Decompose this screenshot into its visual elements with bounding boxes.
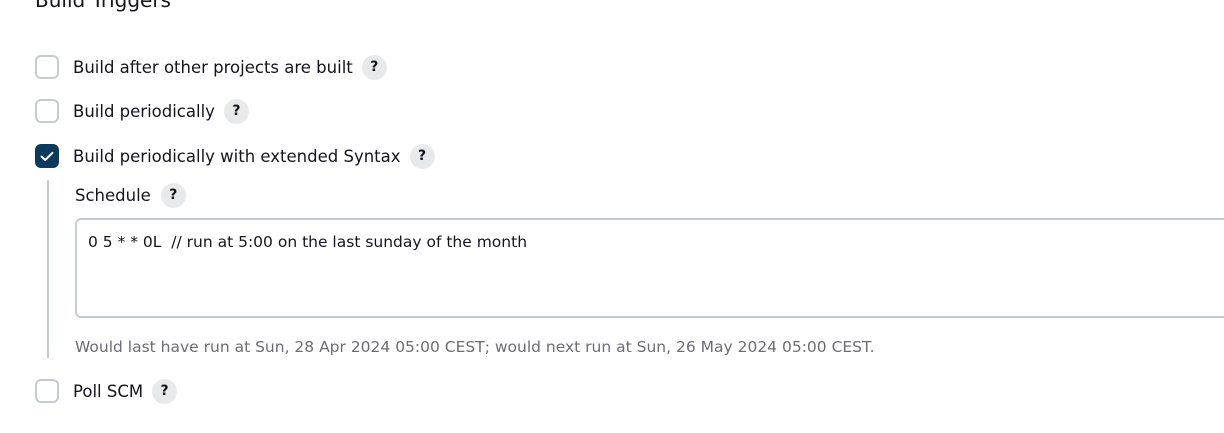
schedule-run-hint: Would last have run at Sun, 28 Apr 2024 … [75,338,875,356]
schedule-textarea[interactable]: 0 5 * * 0L // run at 5:00 on the last su… [75,218,1224,318]
build-triggers-section: Build Triggers Build after other project… [0,0,1224,433]
help-icon[interactable]: ? [361,54,387,80]
option-label[interactable]: Build periodically with extended Syntax [73,147,401,166]
schedule-label: Schedule [75,185,151,205]
nested-config-line [47,180,49,358]
option-poll-scm: Poll SCM ? [35,377,178,405]
option-build-periodically: Build periodically ? [35,97,249,125]
help-icon[interactable]: ? [409,143,435,169]
option-label[interactable]: Build after other projects are built [73,58,353,77]
checkbox-build-after-other-projects[interactable] [35,55,59,79]
checkmark-icon [40,151,54,161]
help-icon[interactable]: ? [152,378,178,404]
option-label[interactable]: Poll SCM [73,382,143,401]
checkbox-build-periodically[interactable] [35,99,59,123]
help-icon[interactable]: ? [223,98,249,124]
checkbox-build-periodically-extended-syntax[interactable] [35,144,59,168]
checkbox-poll-scm[interactable] [35,379,59,403]
option-build-periodically-extended-syntax: Build periodically with extended Syntax … [35,142,435,170]
schedule-textarea-value: 0 5 * * 0L // run at 5:00 on the last su… [88,233,528,251]
option-build-after-other-projects: Build after other projects are built ? [35,53,387,81]
help-icon[interactable]: ? [160,182,186,208]
schedule-label-row: Schedule ? [75,181,186,209]
option-label[interactable]: Build periodically [73,102,215,121]
section-title: Build Triggers [35,0,171,12]
